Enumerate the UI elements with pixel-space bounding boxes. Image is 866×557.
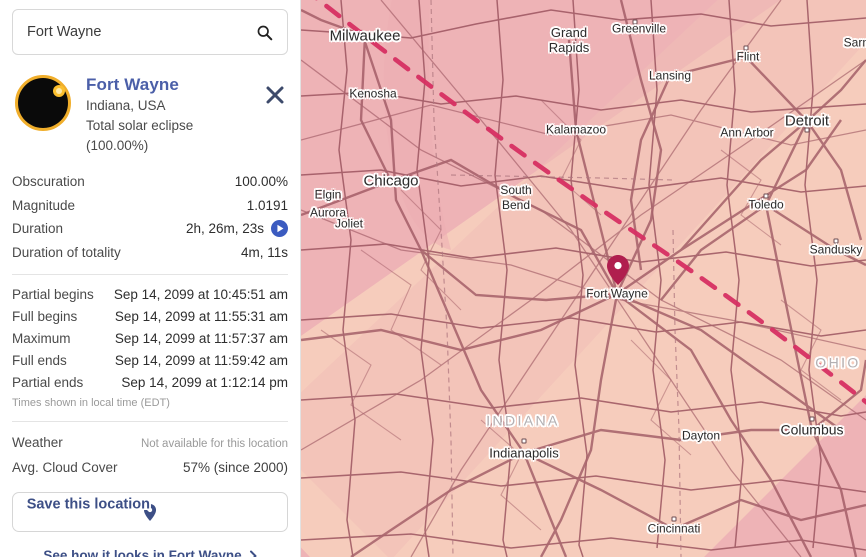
weather-table: Weather Not available for this location … <box>12 431 288 479</box>
city-dot <box>521 438 527 444</box>
city-dot <box>671 516 677 522</box>
stat-label: Duration of totality <box>12 244 121 260</box>
location-text: Fort Wayne Indiana, USA Total solar ecli… <box>86 72 288 156</box>
play-icon[interactable] <box>271 220 288 238</box>
timing-value: Sep 14, 2099 at 1:12:14 pm <box>121 375 288 390</box>
stats-table: Obscuration 100.00% Magnitude 1.0191 Dur… <box>12 170 288 264</box>
stat-row: Magnitude 1.0191 <box>12 194 288 218</box>
save-location-label: Save this location <box>26 496 150 512</box>
save-location-button[interactable]: Save this location <box>12 492 288 532</box>
stat-value: 100.00% <box>234 174 288 189</box>
timing-row: Maximum Sep 14, 2099 at 11:57:37 am <box>12 328 288 350</box>
timings-table: Partial begins Sep 14, 2099 at 10:45:51 … <box>12 284 288 411</box>
total-eclipse-icon <box>14 74 72 132</box>
search-box[interactable] <box>12 9 288 55</box>
timing-value: Sep 14, 2099 at 11:55:31 am <box>114 309 288 324</box>
search-input[interactable] <box>27 24 256 40</box>
stat-row: Duration of totality 4m, 11s <box>12 241 288 265</box>
stat-label: Duration <box>12 221 64 236</box>
see-how-it-looks-link[interactable]: See how it looks in Fort Wayne <box>12 548 288 557</box>
timing-label: Full ends <box>12 353 67 368</box>
timing-note: Times shown in local time (EDT) <box>12 397 170 409</box>
map-pin-icon <box>143 503 157 521</box>
sidebar-panel: Fort Wayne Indiana, USA Total solar ecli… <box>0 0 301 557</box>
timing-value: Sep 14, 2099 at 10:45:51 am <box>113 287 288 302</box>
weather-label: Avg. Cloud Cover <box>12 460 118 475</box>
location-name: Fort Wayne <box>86 75 179 94</box>
location-eclipse-pct: (100.00%) <box>86 138 149 153</box>
timing-row: Full begins Sep 14, 2099 at 11:55:31 am <box>12 306 288 328</box>
city-dot <box>763 193 769 199</box>
timing-label: Partial ends <box>12 375 84 390</box>
city-dot <box>833 238 839 244</box>
stat-value: 2h, 26m, 23s <box>185 221 264 236</box>
timing-value: Sep 14, 2099 at 11:57:37 am <box>114 331 288 346</box>
location-eclipse-type: Total solar eclipse <box>86 118 194 133</box>
timing-label: Partial begins <box>12 287 94 302</box>
search-icon[interactable] <box>256 24 273 41</box>
stat-row: Duration 2h, 26m, 23s <box>12 217 288 241</box>
stat-label: Magnitude <box>12 197 76 213</box>
divider <box>12 421 288 422</box>
timing-row: Full ends Sep 14, 2099 at 11:59:42 am <box>12 350 288 372</box>
stat-row: Obscuration 100.00% <box>12 170 288 194</box>
timing-value: Sep 14, 2099 at 11:59:42 am <box>114 353 288 368</box>
city-dot <box>809 416 815 422</box>
see-link-label: See how it looks in Fort Wayne <box>43 548 242 557</box>
weather-row: Weather Not available for this location <box>12 431 288 456</box>
weather-value: Not available for this location <box>140 438 288 450</box>
city-dot <box>743 45 749 51</box>
close-icon[interactable] <box>264 84 286 106</box>
location-header: Fort Wayne Indiana, USA Total solar ecli… <box>12 72 288 156</box>
stat-label: Obscuration <box>12 174 85 189</box>
weather-row: Avg. Cloud Cover 57% (since 2000) <box>12 456 288 479</box>
divider <box>12 274 288 275</box>
map-canvas <box>301 0 866 557</box>
stat-value: 1.0191 <box>246 197 288 213</box>
stat-value: 4m, 11s <box>240 244 288 260</box>
chevron-right-icon <box>249 550 257 557</box>
location-region: Indiana, USA <box>86 98 166 113</box>
timing-row: Partial begins Sep 14, 2099 at 10:45:51 … <box>12 284 288 306</box>
timing-label: Full begins <box>12 309 78 324</box>
weather-label: Weather <box>12 435 63 450</box>
eclipse-map[interactable]: INDIANA OHIO Milwaukee Kenosha Elgin Chi… <box>301 0 866 557</box>
weather-value: 57% (since 2000) <box>182 460 288 475</box>
map-marker-icon[interactable] <box>607 255 629 285</box>
timing-row: Partial ends Sep 14, 2099 at 1:12:14 pm <box>12 372 288 394</box>
eclipse-location-page: Fort Wayne Indiana, USA Total solar ecli… <box>0 0 866 557</box>
city-dot <box>804 127 810 133</box>
city-dot <box>632 19 638 25</box>
timing-label: Maximum <box>12 331 71 346</box>
